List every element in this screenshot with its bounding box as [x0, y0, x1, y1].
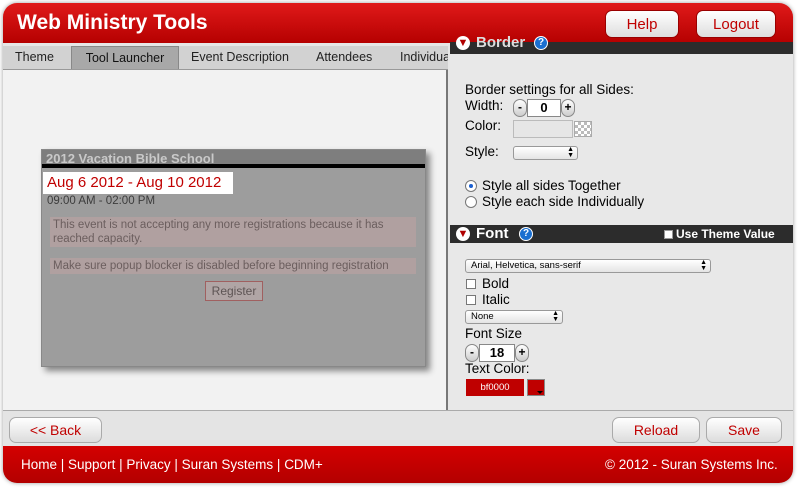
radio-style-together[interactable]: [465, 180, 477, 192]
color-picker-icon[interactable]: [527, 379, 545, 396]
radio-style-individual-label[interactable]: Style each side Individually: [482, 194, 644, 209]
border-section-header[interactable]: ▼ Border ?: [450, 34, 793, 54]
copyright: © 2012 - Suran Systems Inc.: [605, 457, 778, 472]
plus-icon[interactable]: +: [515, 344, 529, 362]
capacity-message[interactable]: This event is not accepting any more reg…: [50, 217, 416, 247]
style-label: Style:: [465, 144, 499, 159]
use-theme-label: Use Theme Value: [676, 227, 775, 241]
event-time[interactable]: 09:00 AM - 02:00 PM: [47, 195, 155, 207]
font-family-value: Arial, Helvetica, sans-serif: [471, 260, 581, 271]
tab-tool-launcher[interactable]: Tool Launcher: [71, 46, 179, 69]
all-sides-label: Border settings for all Sides:: [465, 82, 634, 97]
bold-label[interactable]: Bold: [482, 276, 509, 291]
use-theme-value[interactable]: Use Theme Value: [664, 227, 775, 241]
minus-icon[interactable]: -: [513, 99, 527, 117]
event-card: 2012 Vacation Bible School Aug 6 2012 - …: [41, 149, 426, 367]
select-arrows-icon: ▲ ▼: [552, 310, 559, 323]
plus-icon[interactable]: +: [561, 99, 575, 117]
tab-bar: Theme Tool Launcher Event Description At…: [3, 46, 448, 70]
action-bar: << Back Reload Save: [3, 410, 793, 446]
font-family-select[interactable]: Arial, Helvetica, sans-serif ▲ ▼: [465, 259, 711, 273]
help-icon[interactable]: ?: [534, 36, 548, 50]
font-section-title: Font: [476, 225, 509, 242]
footer-links: Home | Support | Privacy | Suran Systems…: [21, 457, 323, 472]
use-theme-checkbox[interactable]: [664, 230, 673, 239]
collapse-icon[interactable]: ▼: [456, 227, 470, 241]
font-size-stepper[interactable]: - 18 +: [465, 344, 529, 362]
border-width-value[interactable]: 0: [527, 99, 561, 117]
tab-individuals[interactable]: Individua: [400, 46, 448, 69]
footer-link-support[interactable]: Support: [68, 457, 115, 472]
select-arrows-icon: ▲ ▼: [700, 259, 707, 272]
help-icon[interactable]: ?: [519, 227, 533, 241]
width-label: Width:: [465, 98, 504, 113]
select-arrows-icon: ▲ ▼: [567, 146, 574, 159]
transparent-color-icon[interactable]: [574, 121, 592, 137]
preview-pane: 2012 Vacation Bible School Aug 6 2012 - …: [3, 70, 448, 410]
border-color-field[interactable]: [513, 120, 573, 138]
italic-checkbox[interactable]: [466, 295, 476, 305]
footer-link-home[interactable]: Home: [21, 457, 57, 472]
save-button[interactable]: Save: [706, 417, 782, 443]
app-window: Web Ministry Tools Help Logout Theme Too…: [3, 3, 793, 483]
radio-style-individual[interactable]: [465, 196, 477, 208]
event-title[interactable]: 2012 Vacation Bible School: [42, 150, 425, 168]
border-section-title: Border: [476, 34, 526, 51]
bold-checkbox[interactable]: [466, 279, 476, 289]
italic-label[interactable]: Italic: [482, 292, 510, 307]
register-button[interactable]: Register: [205, 281, 263, 301]
text-decoration-select[interactable]: None ▲ ▼: [465, 310, 563, 324]
back-button[interactable]: << Back: [9, 417, 102, 443]
reload-button[interactable]: Reload: [612, 417, 700, 443]
logout-button[interactable]: Logout: [696, 10, 776, 38]
tab-event-description[interactable]: Event Description: [191, 46, 289, 69]
text-color-swatch[interactable]: bf0000: [466, 379, 524, 396]
tab-attendees[interactable]: Attendees: [316, 46, 372, 69]
event-dates[interactable]: Aug 6 2012 - Aug 10 2012: [43, 172, 233, 194]
footer-link-privacy[interactable]: Privacy: [126, 457, 170, 472]
text-color-label: Text Color:: [465, 361, 530, 376]
border-width-stepper[interactable]: - 0 +: [513, 99, 575, 117]
app-header: Web Ministry Tools Help Logout: [3, 3, 793, 43]
collapse-icon[interactable]: ▼: [456, 36, 470, 50]
footer-link-cdm[interactable]: CDM+: [284, 457, 323, 472]
font-size-label: Font Size: [465, 326, 523, 341]
text-decoration-value: None: [471, 311, 494, 322]
font-section-header[interactable]: ▼ Font ? Use Theme Value: [450, 225, 793, 243]
border-style-select[interactable]: ▲ ▼: [513, 146, 578, 160]
tab-theme[interactable]: Theme: [15, 46, 54, 69]
footer: Home | Support | Privacy | Suran Systems…: [3, 446, 793, 483]
app-title: Web Ministry Tools: [17, 11, 208, 34]
help-button[interactable]: Help: [605, 10, 679, 38]
popup-message[interactable]: Make sure popup blocker is disabled befo…: [50, 258, 416, 274]
minus-icon[interactable]: -: [465, 344, 479, 362]
footer-link-suran-systems[interactable]: Suran Systems: [182, 457, 274, 472]
font-size-value[interactable]: 18: [479, 344, 515, 362]
color-label: Color:: [465, 118, 502, 133]
radio-style-together-label[interactable]: Style all sides Together: [482, 178, 621, 193]
properties-panel: ▼ Border ? Border settings for all Sides…: [450, 34, 793, 410]
